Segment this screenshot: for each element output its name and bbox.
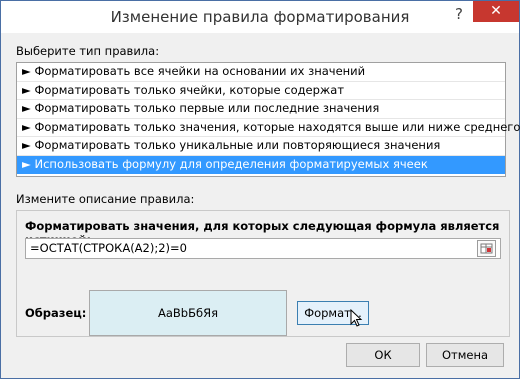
format-preview: АаВbБбЯя <box>89 290 287 336</box>
close-icon: ✕ <box>490 3 502 19</box>
cancel-button-label: Отмена <box>441 348 489 362</box>
rule-type-item[interactable]: ► Форматировать только значения, которые… <box>17 119 520 137</box>
titlebar: Изменение правила форматирования ? ✕ <box>1 1 519 33</box>
range-select-icon <box>480 243 493 254</box>
close-button[interactable]: ✕ <box>473 1 519 22</box>
rule-type-list[interactable]: ► Форматировать все ячейки на основании … <box>16 62 520 177</box>
rule-type-item[interactable]: ► Форматировать только ячейки, которые с… <box>17 82 505 100</box>
rule-type-item[interactable]: ► Форматировать только первые или послед… <box>17 100 505 119</box>
help-icon[interactable]: ? <box>448 3 470 25</box>
collapse-dialog-button[interactable] <box>477 240 496 257</box>
mouse-cursor-icon <box>350 309 363 327</box>
formula-input[interactable]: =ОСТАТ(СТРОКА(A2);2)=0 <box>25 238 501 259</box>
rule-type-item-selected[interactable]: ► Использовать формулу для определения ф… <box>17 155 505 174</box>
cancel-button[interactable]: Отмена <box>426 343 504 367</box>
sample-label: Образец: <box>25 306 87 320</box>
rule-type-item[interactable]: ► Форматировать только уникальные или по… <box>17 137 505 156</box>
description-label: Измените описание правила: <box>16 192 195 206</box>
ok-button-label: ОК <box>374 348 392 362</box>
dialog-title: Изменение правила форматирования <box>110 8 410 26</box>
dialog-window: Изменение правила форматирования ? ✕ Выб… <box>0 0 520 379</box>
rule-type-item[interactable]: ► Форматировать все ячейки на основании … <box>17 63 505 82</box>
ok-button[interactable]: ОК <box>346 343 420 367</box>
rule-type-label: Выберите тип правила: <box>16 44 160 58</box>
